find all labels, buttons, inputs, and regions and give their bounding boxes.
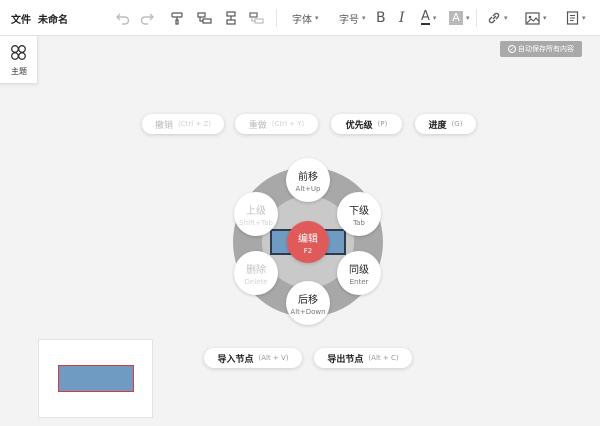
import-node-shortcut: (Alt + V)	[258, 354, 289, 362]
radial-delete-button[interactable]: 删除 Delete	[234, 251, 278, 295]
undo-icon	[116, 13, 130, 25]
radial-child-button[interactable]: 下级 Tab	[337, 192, 381, 236]
font-family-label: 字体	[292, 14, 312, 26]
import-node-label: 导入节点	[217, 354, 254, 365]
toolbar-divider	[476, 9, 477, 27]
radial-item-label: 同级	[349, 264, 369, 276]
chevron-down-icon: ▾	[432, 14, 437, 22]
chevron-down-icon: ▾	[504, 14, 508, 22]
theme-icon	[11, 45, 26, 60]
toolbar-divider	[276, 9, 277, 27]
undo-button[interactable]	[116, 8, 130, 28]
radial-center-shortcut: F2	[303, 246, 313, 255]
radial-edit-button[interactable]: 编辑 F2	[287, 221, 329, 263]
radial-item-shortcut: Enter	[349, 277, 369, 286]
insert-sibling-icon	[226, 11, 236, 25]
radial-center-label: 编辑	[298, 233, 318, 245]
redo-action-button[interactable]: 重做 (Ctrl + Y)	[235, 114, 318, 134]
insert-sibling-button[interactable]	[225, 8, 237, 28]
background-color-icon: A	[449, 11, 463, 25]
radial-item-label: 删除	[246, 264, 266, 276]
theme-label: 主题	[11, 67, 27, 76]
radial-item-shortcut: Alt+Down	[290, 307, 326, 316]
insert-child-icon	[197, 12, 212, 24]
redo-icon	[140, 13, 154, 25]
progress-label: 进度	[428, 120, 447, 131]
radial-item-label: 上级	[246, 205, 266, 217]
minimap[interactable]	[38, 339, 153, 418]
note-button[interactable]: ▾	[566, 8, 586, 28]
link-icon	[488, 12, 500, 24]
insert-child-button[interactable]	[197, 8, 212, 28]
priority-shortcut: (P)	[377, 120, 388, 128]
theme-panel[interactable]: 主题	[0, 36, 38, 84]
toolbar: 文件 未命名 字体 ▾ 字号 ▾ B I A ▾ A ▾ ▾ ▾ ▾	[0, 0, 600, 36]
autosave-label: 自动保存所有内容	[518, 45, 574, 53]
radial-move-up-button[interactable]: 前移 Alt+Up	[286, 158, 330, 202]
priority-button[interactable]: 优先级 (P)	[331, 114, 402, 134]
radial-item-shortcut: Delete	[244, 277, 268, 286]
minimap-node	[58, 365, 134, 392]
insert-parent-button[interactable]	[249, 8, 264, 28]
italic-button[interactable]: I	[399, 8, 405, 28]
chevron-down-icon: ▾	[543, 14, 547, 22]
font-color-icon: A	[421, 9, 430, 25]
undo-action-button[interactable]: 撤销 (Ctrl + Z)	[142, 114, 224, 134]
note-icon	[566, 11, 579, 25]
radial-item-label: 后移	[298, 294, 318, 306]
file-menu[interactable]: 文件	[11, 11, 31, 26]
background-color-button[interactable]: A ▾	[449, 8, 470, 28]
chevron-down-icon: ▾	[315, 14, 319, 22]
italic-icon: I	[399, 10, 405, 26]
document-title[interactable]: 未命名	[38, 11, 68, 26]
redo-action-shortcut: (Ctrl + Y)	[271, 120, 305, 128]
format-painter-button[interactable]	[170, 8, 184, 28]
radial-sibling-button[interactable]: 同级 Enter	[337, 251, 381, 295]
radial-move-down-button[interactable]: 后移 Alt+Down	[286, 281, 330, 325]
chevron-down-icon: ▾	[582, 14, 586, 22]
radial-item-label: 前移	[298, 171, 318, 183]
font-family-select[interactable]: 字体 ▾	[292, 8, 319, 28]
export-node-button[interactable]: 导出节点 (Alt + C)	[314, 348, 412, 368]
redo-button[interactable]	[140, 8, 154, 28]
radial-item-shortcut: Tab	[353, 218, 365, 227]
export-node-shortcut: (Alt + C)	[368, 354, 399, 362]
radial-item-label: 下级	[349, 205, 369, 217]
progress-button[interactable]: 进度 (G)	[415, 114, 476, 134]
undo-action-shortcut: (Ctrl + Z)	[177, 120, 212, 128]
autosave-badge[interactable]: ✓ 自动保存所有内容	[500, 41, 582, 57]
progress-shortcut: (G)	[451, 120, 463, 128]
bold-icon: B	[376, 10, 386, 26]
image-icon	[525, 11, 540, 25]
insert-parent-icon	[249, 12, 264, 24]
bold-button[interactable]: B	[376, 8, 386, 28]
radial-item-shortcut: Shift+Tab	[239, 218, 273, 227]
font-size-label: 字号	[339, 14, 359, 26]
format-painter-icon	[171, 12, 183, 25]
chevron-down-icon: ▾	[466, 14, 470, 22]
redo-action-label: 重做	[248, 120, 267, 131]
radial-item-shortcut: Alt+Up	[295, 184, 321, 193]
link-button[interactable]: ▾	[487, 8, 508, 28]
font-size-select[interactable]: 字号 ▾	[339, 8, 366, 28]
import-node-button[interactable]: 导入节点 (Alt + V)	[204, 348, 302, 368]
undo-action-label: 撤销	[154, 120, 173, 131]
export-node-label: 导出节点	[327, 354, 364, 365]
image-button[interactable]: ▾	[525, 8, 547, 28]
priority-label: 优先级	[345, 120, 373, 131]
chevron-down-icon: ▾	[362, 14, 366, 22]
check-circle-icon: ✓	[508, 45, 516, 53]
font-color-button[interactable]: A ▾	[421, 8, 436, 28]
radial-parent-button[interactable]: 上级 Shift+Tab	[234, 192, 278, 236]
